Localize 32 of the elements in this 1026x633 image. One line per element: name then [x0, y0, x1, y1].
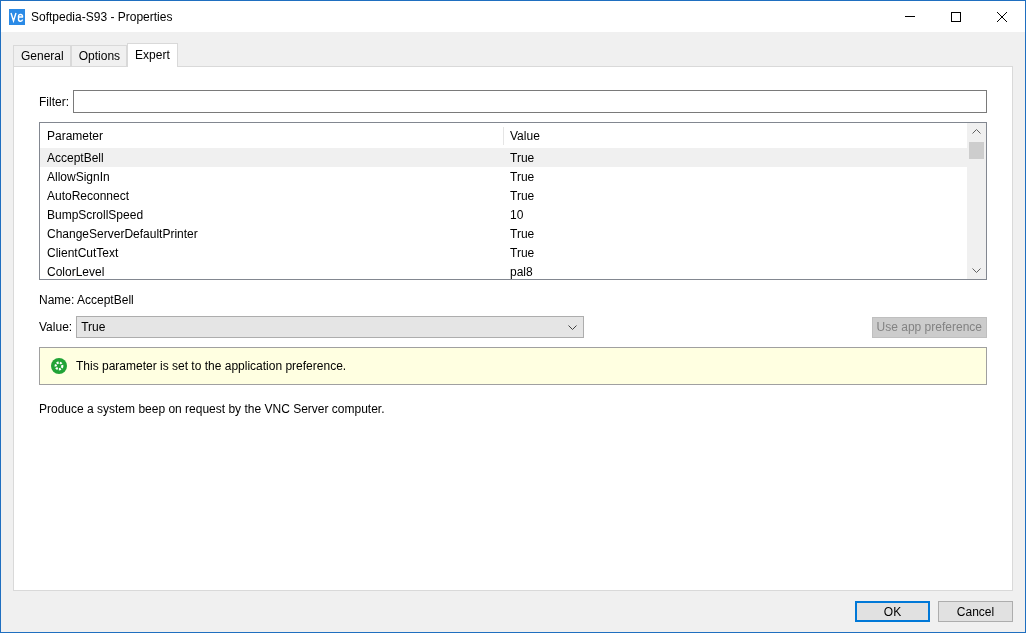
column-header[interactable]: Parameter	[40, 126, 504, 145]
maximize-icon	[951, 11, 961, 22]
column-header[interactable]: Value	[504, 126, 967, 145]
description-text: Produce a system beep on request by the VNC Server computer.	[39, 401, 386, 418]
tab[interactable]: Expert	[127, 43, 178, 67]
table-row[interactable]: ChangeServerDefaultPrinter True	[40, 224, 967, 243]
value-label: Value:	[39, 319, 73, 336]
table-row[interactable]: AllowSignIn True	[40, 167, 967, 186]
scroll-thumb[interactable]	[969, 142, 984, 159]
table-row[interactable]: ClientCutText True	[40, 243, 967, 262]
chevron-down-icon	[568, 324, 578, 330]
window-title: Softpedia-S93 - Properties	[31, 8, 173, 26]
filter-field[interactable]	[73, 90, 987, 113]
info-text: This parameter is set to the application preference.	[76, 358, 347, 375]
table-row[interactable]: AutoReconnect True	[40, 186, 967, 205]
tab[interactable]: General	[13, 45, 71, 66]
table-row[interactable]: AcceptBell True	[40, 148, 967, 167]
table-row[interactable]: BumpScrollSpeed 10	[40, 205, 967, 224]
dialog-button[interactable]: OK	[855, 601, 930, 622]
dialog-button[interactable]: Cancel	[938, 601, 1013, 622]
scroll-down-icon[interactable]	[972, 268, 981, 273]
scroll-up-icon[interactable]	[972, 129, 981, 134]
filter-label: Filter:	[39, 93, 69, 111]
close-icon	[997, 11, 1007, 22]
table-row[interactable]: ColorLevel pal8	[40, 262, 967, 281]
minimize-icon	[905, 16, 915, 17]
scrollbar[interactable]	[967, 123, 986, 279]
tab[interactable]: Options	[70, 45, 128, 66]
name-text: Name: AcceptBell	[39, 292, 135, 309]
value-dropdown[interactable]: True	[76, 316, 585, 338]
app-logo-icon	[9, 8, 25, 25]
gear-icon	[51, 358, 67, 374]
